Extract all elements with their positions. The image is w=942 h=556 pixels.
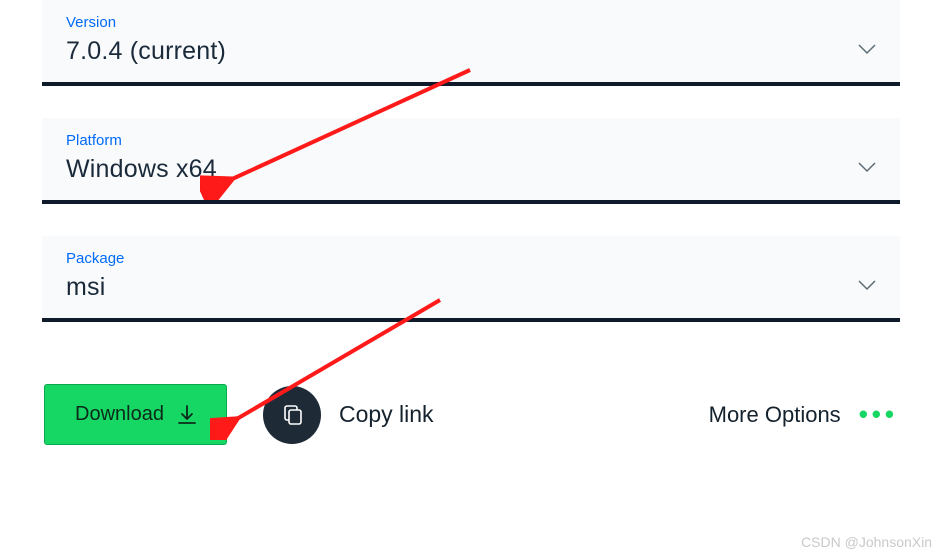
platform-label: Platform	[66, 132, 217, 149]
platform-value: Windows x64	[66, 155, 217, 184]
divider	[42, 82, 900, 86]
copy-icon	[263, 386, 321, 444]
platform-select[interactable]: Platform Windows x64	[42, 118, 900, 200]
package-value: msi	[66, 273, 124, 302]
download-button-label: Download	[75, 403, 164, 426]
package-select[interactable]: Package msi	[42, 236, 900, 318]
version-select[interactable]: Version 7.0.4 (current)	[42, 0, 900, 82]
divider	[42, 318, 900, 322]
chevron-down-icon	[858, 162, 876, 173]
version-value: 7.0.4 (current)	[66, 37, 226, 66]
copy-link-button[interactable]: Copy link	[263, 386, 434, 444]
chevron-down-icon	[858, 280, 876, 291]
more-options-button[interactable]: More Options •••	[709, 399, 898, 430]
copy-link-label: Copy link	[339, 401, 434, 428]
more-icon: •••	[859, 399, 898, 430]
chevron-down-icon	[858, 44, 876, 55]
download-button[interactable]: Download	[44, 384, 227, 445]
watermark: CSDN @JohnsonXin	[801, 534, 932, 550]
package-label: Package	[66, 250, 124, 267]
version-label: Version	[66, 14, 226, 31]
download-icon	[178, 405, 196, 425]
actions-row: Download Copy link More Options •••	[42, 384, 900, 445]
more-options-label: More Options	[709, 402, 841, 428]
divider	[42, 200, 900, 204]
